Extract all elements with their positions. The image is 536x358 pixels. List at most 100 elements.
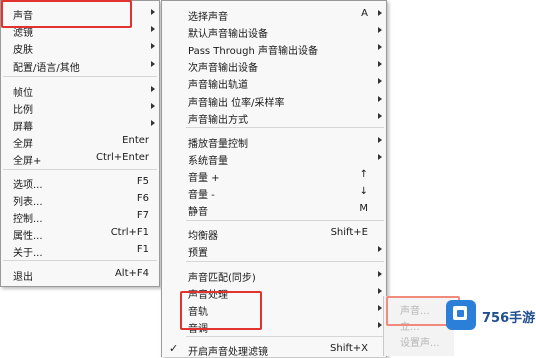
- highlight-box-audio-track: [180, 291, 262, 330]
- menu-item-config[interactable]: 配置/语言/其他: [1, 56, 159, 74]
- menu-separator: [3, 169, 157, 170]
- menu-item-label: 声音输出轨道: [188, 80, 248, 91]
- submenu-arrow-icon: [378, 305, 382, 311]
- menu-item-output-mode[interactable]: 声音输出方式: [162, 108, 386, 126]
- menu-item-shortcut: ↓: [359, 186, 368, 197]
- menu-item-label: 声音输出 位率/采样率: [188, 98, 285, 109]
- menu-item-label: 声音匹配(同步): [188, 273, 256, 284]
- menu-item-shortcut: Enter: [122, 135, 149, 146]
- menu-item-label: 选择声音: [188, 12, 228, 23]
- submenu-arrow-icon: [151, 9, 155, 15]
- menu-item-label: 属性...: [13, 231, 43, 242]
- submenu-arrow-icon: [378, 113, 382, 119]
- menu-item-label: 比例: [13, 105, 33, 116]
- menu-item-preset[interactable]: 预置: [162, 241, 386, 259]
- menu-item-label: 播放音量控制: [188, 139, 248, 150]
- menu-item-screen[interactable]: 屏幕: [1, 115, 159, 133]
- menu-item-frame[interactable]: 帧位: [1, 81, 159, 99]
- menu-item-audio-sync[interactable]: 声音匹配(同步): [162, 266, 386, 284]
- menu-item-label: 屏幕: [13, 122, 33, 133]
- menu-item-label: 音量 -: [188, 190, 215, 201]
- menu-item-volume-down[interactable]: 音量 - ↓: [162, 183, 386, 201]
- submenu-arrow-icon: [151, 103, 155, 109]
- submenu-arrow-icon: [378, 154, 382, 160]
- menu-item-skin[interactable]: 皮肤: [1, 38, 159, 56]
- menu-item-label: 全屏+: [13, 156, 42, 167]
- menu-item-shortcut: A: [361, 8, 368, 19]
- menu-item-label: 全屏: [13, 139, 33, 150]
- menu-item-passthrough-output[interactable]: Pass Through 声音输出设备: [162, 39, 386, 57]
- menu-item-label: 列表...: [13, 197, 43, 208]
- menu-item-playlist[interactable]: 列表... F6: [1, 190, 159, 208]
- menu-item-label: 次声音输出设备: [188, 63, 258, 74]
- menu-item-label: 皮肤: [13, 45, 33, 56]
- submenu-arrow-icon: [151, 120, 155, 126]
- menu-item-mute[interactable]: 静音 M: [162, 200, 386, 218]
- menu-item-equalizer[interactable]: 均衡器 Shift+E: [162, 224, 386, 242]
- menu-item-shortcut: Shift+E: [330, 227, 368, 238]
- menu-item-shortcut: F5: [136, 176, 149, 187]
- submenu-arrow-icon: [151, 61, 155, 67]
- menu-separator: [3, 76, 157, 77]
- menu-item-volume-control[interactable]: 播放音量控制: [162, 132, 386, 150]
- menu-item-secondary-output[interactable]: 次声音输出设备: [162, 56, 386, 74]
- menu-item-label: 关于...: [13, 248, 43, 259]
- menu-item-label: 帧位: [13, 88, 33, 99]
- menu-item-shortcut: Shift+X: [330, 343, 368, 354]
- menu-item-label: 均衡器: [188, 231, 218, 242]
- menu-item-shortcut: Alt+F4: [114, 268, 149, 279]
- submenu-arrow-icon: [378, 246, 382, 252]
- submenu-arrow-icon: [378, 271, 382, 277]
- menu-item-label: 退出: [13, 272, 33, 283]
- menu-item-label: 配置/语言/其他: [13, 63, 80, 74]
- submenu-arrow-icon: [378, 78, 382, 84]
- main-context-menu: 声音 滤镜 皮肤 配置/语言/其他 帧位 比例 屏幕 全屏 Enter 全屏+ …: [0, 0, 160, 287]
- menu-item-shortcut: M: [359, 203, 368, 214]
- menu-item-options[interactable]: 选项... F5: [1, 173, 159, 191]
- menu-item-fullscreen[interactable]: 全屏 Enter: [1, 132, 159, 150]
- submenu-item[interactable]: 设置声...: [400, 334, 440, 349]
- menu-item-shortcut: F1: [136, 244, 149, 255]
- highlight-box-audio: [1, 0, 132, 28]
- menu-item-bitrate[interactable]: 声音输出 位率/采样率: [162, 91, 386, 109]
- checkmark-icon: ✓: [169, 342, 179, 355]
- menu-item-volume-up[interactable]: 音量 + ↑: [162, 166, 386, 184]
- menu-item-properties[interactable]: 属性... Ctrl+F1: [1, 224, 159, 242]
- menu-item-shortcut: Ctrl+Enter: [95, 152, 149, 163]
- watermark-text: 756手游网: [482, 311, 536, 326]
- submenu-arrow-icon: [378, 137, 382, 143]
- menu-item-label: 控制...: [13, 214, 43, 225]
- menu-item-system-volume[interactable]: 系统音量: [162, 149, 386, 167]
- menu-item-control[interactable]: 控制... F7: [1, 207, 159, 225]
- menu-item-exit[interactable]: 退出 Alt+F4: [1, 265, 159, 283]
- menu-item-select-audio[interactable]: 选择声音 A: [162, 5, 386, 23]
- menu-item-label: 选项...: [13, 180, 43, 191]
- menu-item-output-track[interactable]: 声音输出轨道: [162, 73, 386, 91]
- menu-item-label: 声音输出方式: [188, 115, 248, 126]
- submenu-arrow-icon: [378, 322, 382, 328]
- menu-item-shortcut: F7: [136, 210, 149, 221]
- menu-item-label: 系统音量: [188, 156, 228, 167]
- menu-item-enable-audio-filter[interactable]: ✓ 开启声音处理滤镜 Shift+X: [162, 340, 386, 358]
- submenu-arrow-icon: [151, 43, 155, 49]
- logo-icon: [446, 300, 476, 330]
- menu-item-ratio[interactable]: 比例: [1, 98, 159, 116]
- menu-separator: [186, 127, 384, 128]
- menu-item-about[interactable]: 关于... F1: [1, 241, 159, 259]
- menu-item-label: 预置: [188, 248, 208, 259]
- submenu-arrow-icon: [378, 44, 382, 50]
- menu-item-label: Pass Through 声音输出设备: [188, 46, 318, 57]
- submenu-arrow-icon: [378, 61, 382, 67]
- menu-separator: [3, 260, 157, 261]
- menu-item-shortcut: ↑: [359, 169, 368, 180]
- menu-item-label: 默认声音输出设备: [188, 29, 268, 40]
- menu-item-shortcut: Ctrl+F1: [110, 227, 149, 238]
- submenu-arrow-icon: [151, 86, 155, 92]
- menu-separator: [186, 336, 384, 337]
- submenu-arrow-icon: [378, 96, 382, 102]
- menu-item-default-output[interactable]: 默认声音输出设备: [162, 22, 386, 40]
- menu-separator: [186, 261, 384, 262]
- submenu-arrow-icon: [151, 26, 155, 32]
- menu-item-fullscreen-plus[interactable]: 全屏+ Ctrl+Enter: [1, 149, 159, 167]
- submenu-arrow-icon: [378, 10, 382, 16]
